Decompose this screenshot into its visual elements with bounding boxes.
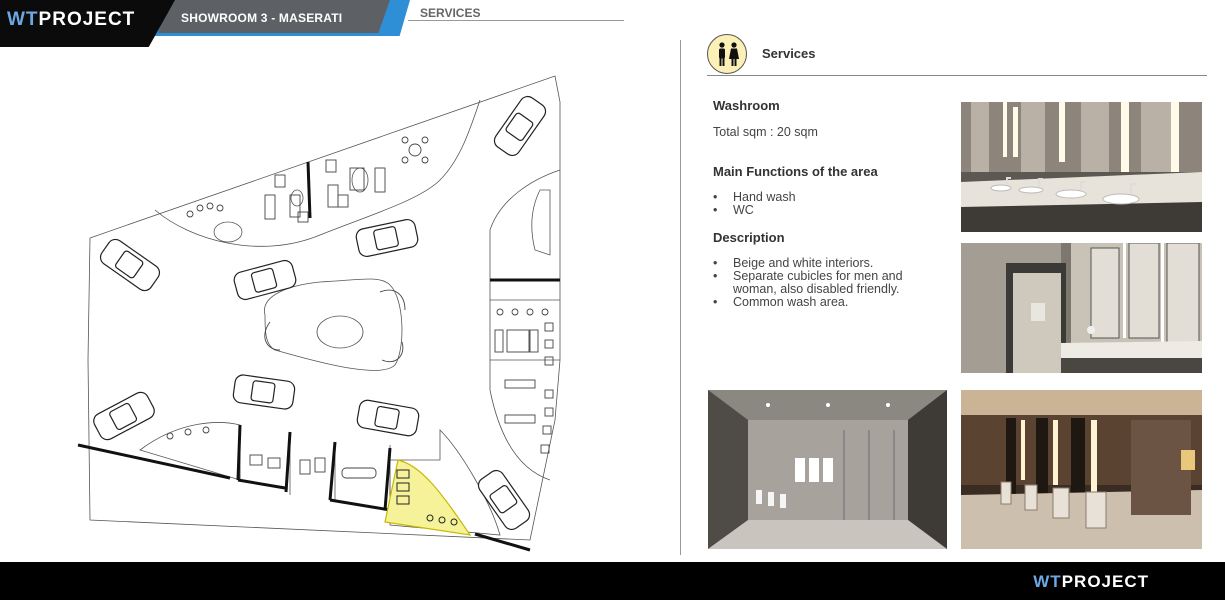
footer-logo-project: PROJECT [1061, 572, 1149, 591]
plan-car [356, 399, 420, 437]
plan-thick-wall [474, 532, 531, 552]
restroom-icon [707, 34, 747, 74]
logo-project: PROJECT [38, 9, 136, 30]
services-heading: Services [762, 46, 816, 61]
plan-lounge-curve [154, 99, 481, 247]
description-heading: Description [713, 230, 785, 245]
washroom-photo-wash-area [961, 390, 1202, 549]
total-sqm-value: : 20 sqm [769, 125, 818, 139]
section-title: SERVICES [420, 6, 481, 20]
plan-small-table [290, 189, 304, 207]
plan-lounge-table-2 [351, 167, 369, 193]
footer-logo: WTPROJECT [1033, 572, 1149, 592]
washroom-photo-sinks [961, 102, 1202, 232]
washroom-heading: Washroom [713, 98, 780, 113]
total-sqm-label: Total sqm [713, 125, 767, 139]
plan-center-island [264, 278, 403, 371]
plan-car [477, 469, 531, 531]
plan-center-table [316, 315, 364, 349]
plan-bottom-room [139, 422, 241, 481]
total-sqm: Total sqm : 20 sqm [713, 125, 818, 139]
footer-bar: WTPROJECT [0, 562, 1225, 600]
washroom-highlight [384, 459, 472, 536]
washroom-photo-mirrors [961, 243, 1202, 373]
washroom-photo-cubicles [708, 390, 947, 549]
plan-thick-wall [284, 431, 292, 493]
plan-car [355, 218, 419, 258]
list-item: Separate cubicles for men and woman, als… [713, 270, 931, 296]
plan-outline [87, 75, 561, 541]
description-list: Beige and white interiors. Separate cubi… [713, 257, 931, 310]
section-underline [408, 20, 624, 21]
panel-divider [680, 40, 681, 555]
plan-right-curve [489, 169, 561, 481]
main-functions-list: Hand wash WC [713, 191, 933, 218]
plan-thick-wall [329, 498, 391, 512]
plan-car [99, 238, 161, 292]
services-underline [707, 75, 1207, 76]
header-logo: WTPROJECT [7, 9, 135, 31]
list-item: Common wash area. [713, 296, 931, 310]
floor-plan [77, 75, 561, 552]
plan-car [233, 259, 297, 301]
plan-thick-wall [306, 161, 312, 219]
plan-thick-wall [328, 441, 337, 501]
plan-thick-wall [236, 424, 242, 481]
plan-car [93, 391, 155, 441]
footer-logo-wt: WT [1033, 572, 1062, 591]
logo-wt: WT [7, 9, 39, 30]
plan-nook [531, 189, 551, 256]
plan-car [493, 95, 547, 157]
list-item: WC [713, 204, 933, 218]
plan-thick-wall [237, 478, 286, 490]
main-functions-heading: Main Functions of the area [713, 164, 878, 179]
plan-lounge-table [213, 221, 243, 243]
plan-car [232, 374, 296, 410]
header-title: SHOWROOM 3 - MASERATI [181, 11, 343, 25]
plan-thick-wall [77, 443, 231, 480]
